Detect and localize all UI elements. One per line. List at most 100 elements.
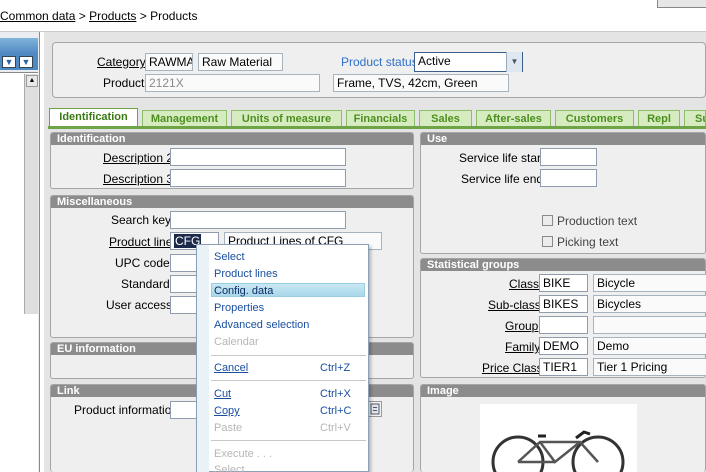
tab-customers[interactable]: Customers	[555, 110, 634, 127]
tab-su[interactable]: Su	[684, 110, 706, 127]
menu-item-copy[interactable]: Copy	[214, 405, 240, 417]
service-life-end-field[interactable]	[540, 169, 597, 187]
menu-item-config-data[interactable]: Config. data	[214, 285, 273, 297]
search-key-field[interactable]	[170, 211, 346, 229]
description-2-label[interactable]: Description 2	[103, 151, 173, 165]
panel-header-bar	[0, 38, 38, 54]
family-code-field[interactable]: DEMO	[539, 337, 588, 355]
standard-label: Standard	[121, 277, 170, 291]
scroll-up-icon[interactable]: ▲	[26, 75, 38, 87]
tab-management[interactable]: Management	[142, 110, 227, 127]
group-label[interactable]: Group	[505, 319, 538, 333]
tab-units-of-measure[interactable]: Units of measure	[231, 110, 342, 127]
service-life-start-field[interactable]	[540, 148, 597, 166]
menu-shortcut-paste: Ctrl+V	[320, 422, 351, 434]
class-code-field[interactable]: BIKE	[539, 274, 588, 292]
standard-field[interactable]	[170, 275, 198, 293]
menu-item-advanced-selection[interactable]: Advanced selection	[214, 319, 309, 331]
document-icon	[370, 403, 380, 415]
menu-item-product-lines[interactable]: Product lines	[214, 268, 278, 280]
product-status-value: Active	[418, 54, 451, 68]
product-label: Product	[103, 76, 145, 90]
sub-class-name-field: Bicycles	[593, 295, 706, 313]
product-image	[480, 404, 637, 472]
service-life-start-label: Service life start	[459, 151, 545, 165]
category-label[interactable]: Category	[97, 55, 146, 69]
menu-item-execute: Execute . . .	[214, 448, 273, 460]
class-name-field: Bicycle	[593, 274, 706, 292]
class-label[interactable]: Class	[509, 277, 539, 291]
menu-item-cut[interactable]: Cut	[214, 388, 231, 400]
menu-item-paste: Paste	[214, 422, 243, 434]
category-name-field: Raw Material	[198, 53, 283, 71]
open-document-icon[interactable]	[368, 401, 382, 417]
product-code-field[interactable]: 2121X	[145, 74, 320, 92]
product-description-field: Frame, TVS, 42cm, Green	[333, 74, 509, 92]
menu-item-properties[interactable]: Properties	[214, 302, 264, 314]
product-information-label: Product information	[74, 403, 179, 417]
statistical-groups-section-title: Statistical groups	[421, 259, 705, 271]
tab-financials[interactable]: Financials	[346, 110, 415, 127]
menu-separator	[211, 355, 366, 356]
miscellaneous-section-title: Miscellaneous	[51, 196, 413, 208]
left-navigation-panel: ▼ ▼ ▲	[0, 32, 40, 472]
tab-identification[interactable]: Identification	[49, 108, 138, 128]
tab-repl[interactable]: Repl	[638, 110, 680, 127]
navigation-scrollbar[interactable]: ▲	[24, 74, 38, 314]
breadcrumb-separator: >	[136, 9, 151, 23]
family-name-field: Demo	[593, 337, 706, 355]
context-menu: Select Product lines Config. data Proper…	[196, 244, 369, 472]
bicycle-image	[491, 430, 625, 472]
menu-item-cancel[interactable]: Cancel	[214, 362, 248, 374]
menu-item-calendar: Calendar	[214, 336, 259, 348]
group-code-field[interactable]	[539, 316, 588, 334]
picking-text-checkbox[interactable]	[542, 236, 553, 247]
production-text-checkbox[interactable]	[542, 215, 553, 226]
description-3-label[interactable]: Description 3	[103, 172, 173, 186]
menu-item-select[interactable]: Select	[214, 251, 245, 263]
tab-after-sales[interactable]: After-sales	[476, 110, 551, 127]
menu-shortcut-cut: Ctrl+X	[320, 388, 351, 400]
tab-underline	[48, 126, 706, 129]
image-section-title: Image	[421, 385, 705, 397]
upc-code-field[interactable]	[170, 254, 198, 272]
sub-class-label[interactable]: Sub-class	[488, 298, 541, 312]
breadcrumb-bar: Common data > Products > Products	[0, 0, 706, 32]
service-life-end-label: Service life end	[461, 172, 544, 186]
product-line-label[interactable]: Product line	[109, 235, 172, 249]
menu-item-select-2: Select	[214, 464, 245, 472]
price-class-name-field: Tier 1 Pricing	[593, 358, 706, 376]
identification-section-title: Identification	[51, 133, 413, 145]
collapse-all-icon[interactable]: ▼	[19, 56, 33, 68]
price-class-code-field[interactable]: TIER1	[539, 358, 588, 376]
chevron-down-icon[interactable]: ▼	[506, 52, 522, 72]
description-3-field[interactable]	[170, 169, 346, 187]
upc-code-label: UPC code	[115, 256, 170, 270]
breadcrumb-common-data[interactable]: Common data	[0, 9, 75, 23]
user-access-field[interactable]	[170, 296, 198, 314]
sub-class-code-field[interactable]: BIKES	[539, 295, 588, 313]
menu-separator	[211, 440, 366, 441]
user-access-label: User access	[106, 298, 173, 312]
tab-sales[interactable]: Sales	[419, 110, 472, 127]
description-2-field[interactable]	[170, 148, 346, 166]
menu-shortcut-cancel: Ctrl+Z	[320, 362, 351, 374]
breadcrumb-current: Products	[150, 9, 198, 23]
price-class-label[interactable]: Price Class	[482, 361, 543, 375]
window-corner-control[interactable]	[657, 0, 706, 8]
breadcrumb: Common data > Products > Products	[0, 9, 197, 23]
menu-separator	[211, 380, 366, 381]
search-key-label: Search key	[111, 213, 172, 227]
family-label[interactable]: Family	[505, 340, 540, 354]
production-text-label: Production text	[557, 214, 638, 228]
product-information-field[interactable]	[170, 401, 198, 419]
use-section-title: Use	[421, 133, 705, 145]
breadcrumb-separator: >	[75, 9, 90, 23]
expand-all-icon[interactable]: ▼	[2, 56, 16, 68]
product-status-label: Product status	[341, 55, 418, 69]
picking-text-label: Picking text	[557, 235, 619, 249]
group-name-field	[593, 316, 706, 334]
breadcrumb-products[interactable]: Products	[89, 9, 136, 23]
menu-shortcut-copy: Ctrl+C	[320, 405, 352, 417]
category-code-field[interactable]: RAWMA	[145, 53, 193, 71]
